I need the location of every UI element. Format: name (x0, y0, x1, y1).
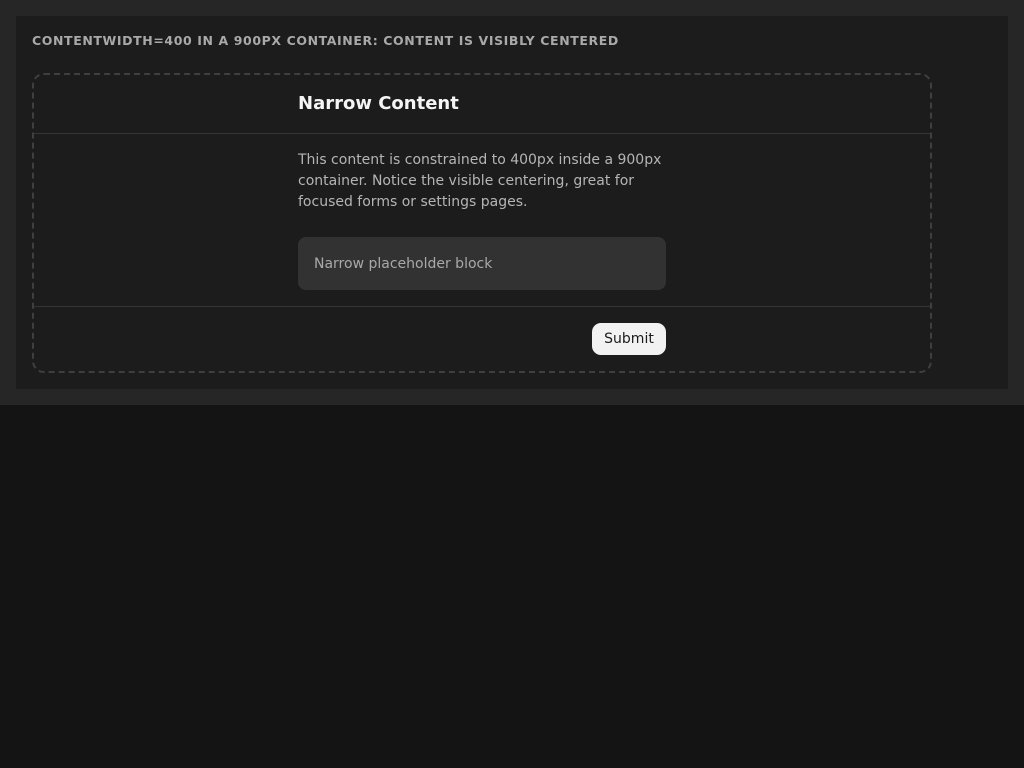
container-frame: Narrow Content This content is constrain… (32, 73, 932, 373)
outer-band: CONTENTWIDTH=400 IN A 900PX CONTAINER: C… (0, 0, 1024, 405)
placeholder-block: Narrow placeholder block (298, 237, 666, 290)
submit-button[interactable]: Submit (592, 323, 666, 355)
content-title: Narrow Content (298, 93, 459, 114)
content-description: This content is constrained to 400px ins… (298, 152, 662, 210)
demo-caption: CONTENTWIDTH=400 IN A 900PX CONTAINER: C… (32, 33, 619, 48)
demo-panel: CONTENTWIDTH=400 IN A 900PX CONTAINER: C… (16, 16, 1008, 389)
footer-divider (34, 306, 930, 307)
placeholder-label: Narrow placeholder block (314, 255, 493, 272)
header-divider (34, 133, 930, 134)
